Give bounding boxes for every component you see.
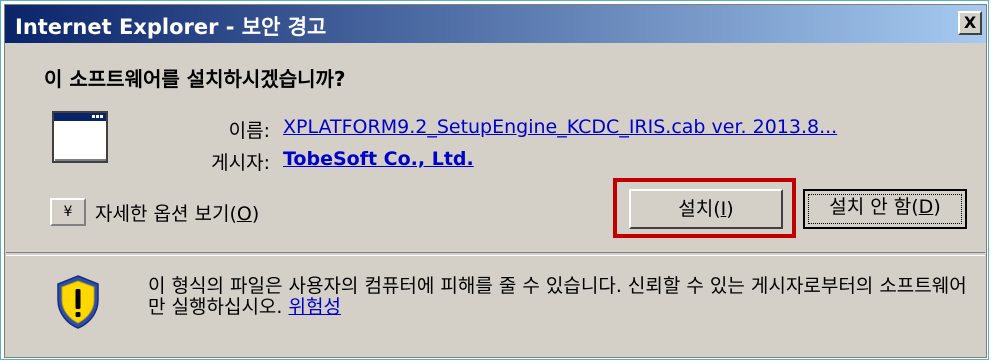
more-options-text: 자세한 옵션 보기( [95, 203, 237, 225]
more-options-link[interactable]: 자세한 옵션 보기(O) [95, 199, 259, 226]
warning-message: 이 형식의 파일은 사용자의 컴퓨터에 피해를 줄 수 있습니다. 신뢰할 수 … [148, 276, 968, 318]
close-button[interactable]: X [958, 11, 982, 35]
dont-install-button[interactable]: 설치 안 함(D) [803, 189, 967, 229]
publisher-label: 게시자: [211, 152, 270, 174]
more-options-hotkey: O [236, 203, 252, 225]
more-options-close: ) [251, 203, 260, 225]
window-title: Internet Explorer - 보안 경고 [15, 15, 327, 39]
application-icon [52, 111, 108, 163]
install-close: ) [726, 198, 734, 220]
shield-warning-icon [57, 275, 99, 329]
focus-rectangle [808, 194, 962, 224]
install-question: 이 소프트웨어를 설치하시겠습니까? [44, 67, 346, 91]
install-text: 설치( [678, 198, 721, 220]
risk-link[interactable]: 위험성 [288, 296, 340, 318]
install-button[interactable]: 설치(I) [629, 189, 783, 229]
title-bar[interactable]: Internet Explorer - 보안 경고 X [5, 5, 986, 43]
warning-text: 이 형식의 파일은 사용자의 컴퓨터에 피해를 줄 수 있습니다. 신뢰할 수 … [148, 275, 967, 318]
name-link[interactable]: XPLATFORM9.2_SetupEngine_KCDC_IRIS.cab v… [283, 116, 837, 138]
name-label: 이름: [228, 120, 270, 142]
publisher-link[interactable]: TobeSoft Co., Ltd. [283, 148, 474, 170]
divider [6, 252, 985, 256]
expand-options-button[interactable]: ¥ [50, 198, 86, 226]
